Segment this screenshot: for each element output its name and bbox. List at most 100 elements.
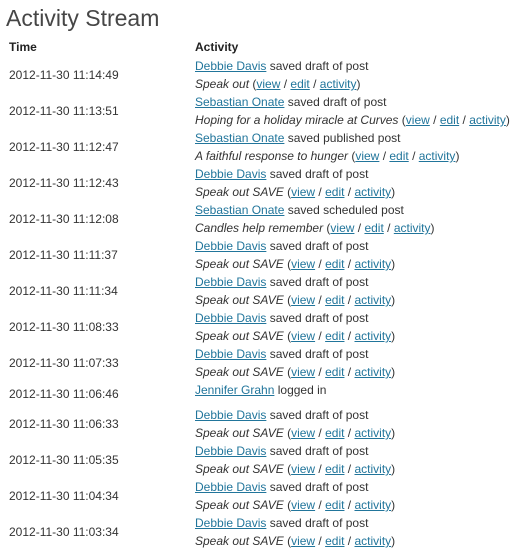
post-title: Speak out SAVE [195,185,284,199]
post-line: Speak out (view / edit / activity) [195,77,361,91]
user-link[interactable]: Debbie Davis [195,167,266,181]
activity-link[interactable]: activity [354,185,391,199]
view-link[interactable]: view [355,149,379,163]
view-link[interactable]: view [291,426,315,440]
link-separator: / [315,293,326,307]
activity-link[interactable]: activity [354,498,391,512]
post-line: Speak out SAVE (view / edit / activity) [195,293,396,307]
view-link[interactable]: view [256,77,280,91]
table-row: 2012-11-30 11:12:08 Sebastian Onate saved… [6,201,524,237]
post-line: Hoping for a holiday miracle at Curves (… [195,113,510,127]
row-activity: Sebastian Onate saved draft of post Hopin… [195,93,524,129]
row-timestamp: 2012-11-30 11:03:34 [9,525,119,539]
activity-link[interactable]: activity [354,293,391,307]
view-link[interactable]: view [291,293,315,307]
link-separator: / [344,498,355,512]
user-link[interactable]: Debbie Davis [195,59,266,73]
post-title: Candles help remember [195,221,324,235]
activity-link[interactable]: activity [354,365,391,379]
user-link[interactable]: Sebastian Onate [195,95,284,109]
edit-link[interactable]: edit [325,426,344,440]
post-title: A faithful response to hunger [195,149,348,163]
edit-link[interactable]: edit [325,329,344,343]
link-separator: / [459,113,470,127]
user-link[interactable]: Debbie Davis [195,239,266,253]
edit-link[interactable]: edit [325,185,344,199]
edit-link[interactable]: edit [364,221,383,235]
activity-action: saved draft of post [266,408,369,422]
activity-summary: Sebastian Onate saved draft of post [195,93,524,111]
activity-stream-page: Activity Stream Time Activity 2012-11-30… [0,0,524,548]
link-separator: / [315,426,326,440]
activity-link[interactable]: activity [354,462,391,476]
post-title: Speak out [195,77,250,91]
link-separator: / [379,149,390,163]
activity-link[interactable]: activity [394,221,431,235]
row-timestamp: 2012-11-30 11:11:37 [9,248,118,262]
activity-summary: Debbie Davis saved draft of post [195,165,524,183]
user-link[interactable]: Sebastian Onate [195,131,284,145]
activity-summary: Sebastian Onate saved scheduled post [195,201,524,219]
table-row: 2012-11-30 11:07:33 Debbie Davis saved dr… [6,345,524,381]
row-activity: Debbie Davis saved draft of post Speak ou… [195,406,524,442]
row-timestamp: 2012-11-30 11:08:33 [9,320,119,334]
view-link[interactable]: view [291,498,315,512]
activity-link[interactable]: activity [320,77,357,91]
link-separator: / [344,462,355,476]
edit-link[interactable]: edit [440,113,459,127]
activity-summary: Debbie Davis saved draft of post [195,309,524,327]
column-header-activity: Activity [195,40,239,54]
activity-link[interactable]: activity [354,329,391,343]
post-title: Speak out SAVE [195,365,284,379]
link-separator: / [344,257,355,271]
edit-link[interactable]: edit [325,462,344,476]
edit-link[interactable]: edit [325,293,344,307]
user-link[interactable]: Debbie Davis [195,444,266,458]
edit-link[interactable]: edit [290,77,309,91]
view-link[interactable]: view [406,113,430,127]
view-link[interactable]: view [291,185,315,199]
row-activity: Debbie Davis saved draft of post Speak ou… [195,514,524,550]
user-link[interactable]: Debbie Davis [195,347,266,361]
view-link[interactable]: view [291,365,315,379]
user-link[interactable]: Debbie Davis [195,480,266,494]
link-separator: / [344,365,355,379]
edit-link[interactable]: edit [325,365,344,379]
edit-link[interactable]: edit [389,149,408,163]
user-link[interactable]: Sebastian Onate [195,203,284,217]
post-title: Speak out SAVE [195,462,284,476]
activity-link[interactable]: activity [419,149,456,163]
post-line: Speak out SAVE (view / edit / activity) [195,462,396,476]
activity-summary: Jennifer Grahn logged in [195,381,524,399]
view-link[interactable]: view [291,257,315,271]
post-title: Speak out SAVE [195,426,284,440]
post-title: Speak out SAVE [195,293,284,307]
activity-link[interactable]: activity [469,113,506,127]
post-title: Speak out SAVE [195,257,284,271]
link-separator: / [429,113,440,127]
activity-link[interactable]: activity [354,426,391,440]
link-separator: / [344,185,355,199]
user-link[interactable]: Debbie Davis [195,408,266,422]
table-row: 2012-11-30 11:11:34 Debbie Davis saved dr… [6,273,524,309]
activity-link[interactable]: activity [354,257,391,271]
user-link[interactable]: Debbie Davis [195,275,266,289]
link-separator: / [344,426,355,440]
table-row: 2012-11-30 11:05:35 Debbie Davis saved dr… [6,442,524,478]
post-line: Speak out SAVE (view / edit / activity) [195,498,396,512]
view-link[interactable]: view [330,221,354,235]
row-activity: Debbie Davis saved draft of post Speak ou… [195,237,524,273]
view-link[interactable]: view [291,462,315,476]
user-link[interactable]: Debbie Davis [195,516,266,530]
user-link[interactable]: Jennifer Grahn [195,383,274,397]
row-timestamp: 2012-11-30 11:13:51 [9,104,119,118]
user-link[interactable]: Debbie Davis [195,311,266,325]
link-separator: / [315,365,326,379]
link-separator: / [315,462,326,476]
edit-link[interactable]: edit [325,498,344,512]
view-link[interactable]: view [291,329,315,343]
link-separator: / [280,77,291,91]
activity-action: saved draft of post [266,167,369,181]
edit-link[interactable]: edit [325,257,344,271]
table-row: 2012-11-30 11:11:37 Debbie Davis saved dr… [6,237,524,273]
